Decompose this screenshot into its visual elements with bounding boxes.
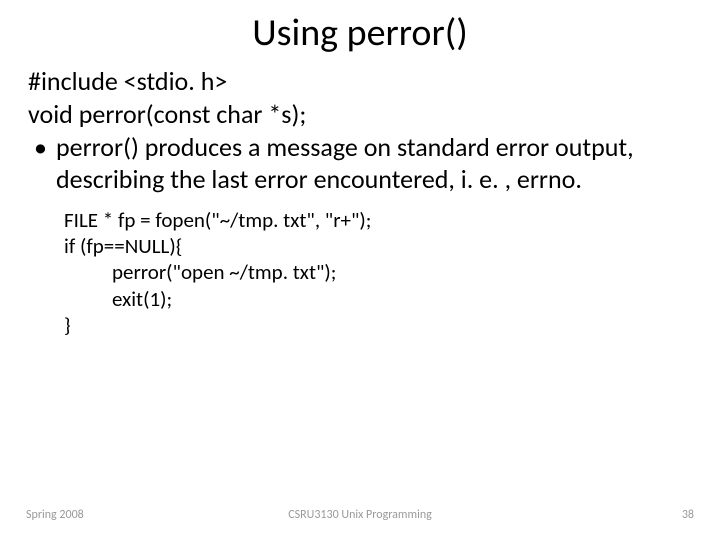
- code-line: perror("open ~/tmp. txt");: [64, 259, 692, 285]
- slide: Using perror() #include <stdio. h> void …: [0, 0, 720, 540]
- code-example: FILE * fp = fopen("~/tmp. txt", "r+"); i…: [28, 195, 692, 338]
- code-line: exit(1);: [64, 286, 692, 312]
- code-proto: void perror(const char *s);: [28, 99, 692, 130]
- code-include: #include <stdio. h>: [28, 66, 692, 97]
- code-line: FILE * fp = fopen("~/tmp. txt", "r+");: [64, 207, 692, 233]
- code-line: }: [64, 312, 692, 338]
- footer-right: 38: [682, 508, 694, 522]
- slide-body: #include <stdio. h> void perror(const ch…: [0, 56, 720, 338]
- bullet-marker: •: [28, 132, 56, 194]
- slide-footer: Spring 2008 CSRU3130 Unix Programming 38: [0, 508, 720, 522]
- bullet-text: perror() produces a message on standard …: [56, 132, 692, 194]
- footer-center: CSRU3130 Unix Programming: [288, 508, 432, 522]
- code-line: if (fp==NULL){: [64, 233, 692, 259]
- bullet-item: • perror() produces a message on standar…: [28, 132, 692, 194]
- slide-title: Using perror(): [0, 0, 720, 56]
- footer-left: Spring 2008: [26, 508, 84, 522]
